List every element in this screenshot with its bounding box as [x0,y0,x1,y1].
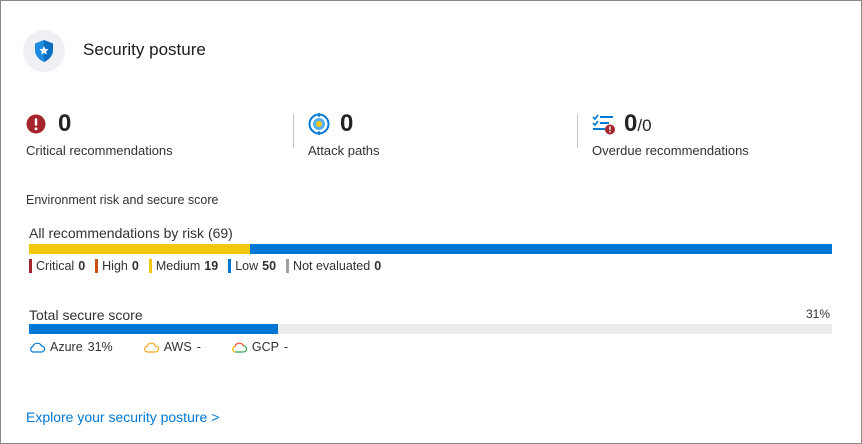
critical-alert-icon [26,114,46,134]
cloud-value: - [196,340,201,354]
page-title: Security posture [83,40,206,59]
security-posture-card: Security posture 0 Critical recommendati… [0,0,862,444]
cloud-azure[interactable]: Azure 31% [29,340,113,354]
overdue-list-icon [592,113,616,135]
gcp-cloud-icon [232,342,247,353]
cloud-name: Azure [50,340,83,354]
legend-count: 50 [262,259,277,273]
medium-swatch [148,259,152,273]
legend-count: 0 [78,259,86,273]
critical-count: 0 [58,110,72,137]
legend-label: Critical [36,259,75,273]
divider [577,114,578,148]
legend-not-evaluated[interactable]: Not evaluated 0 [286,259,381,273]
legend-high[interactable]: High 0 [95,259,139,273]
legend-label: Not evaluated [293,259,371,273]
cloud-aws[interactable]: AWS - [143,340,201,354]
cloud-name: GCP [251,340,279,354]
legend-label: High [102,259,128,273]
legend-medium[interactable]: Medium 19 [148,259,219,273]
legend-label: Medium [155,259,201,273]
environment-risk-heading: Environment risk and secure score [26,193,219,207]
legend-count: 0 [374,259,382,273]
divider [293,114,294,148]
legend-critical[interactable]: Critical 0 [29,259,85,273]
high-swatch [95,259,99,273]
metric-attack-paths[interactable]: 0 Attack paths [308,109,380,158]
overdue-denominator: /0 [637,116,652,135]
risk-distribution-bar[interactable] [29,244,832,254]
legend-count: 19 [204,259,219,273]
aws-cloud-icon [143,342,159,353]
secure-score-percent: 31% [805,307,830,321]
attack-paths-count: 0 [340,110,354,137]
cloud-value: - [283,340,289,354]
risk-bar-label: All recommendations by risk (69) [29,225,233,241]
risk-segment-medium[interactable] [29,244,251,254]
metric-critical-recommendations[interactable]: 0 Critical recommendations [26,109,173,158]
legend-label: Low [235,259,259,273]
not-evaluated-swatch [286,259,290,273]
critical-label: Critical recommendations [26,143,173,158]
cloud-scores: Azure 31% AWS - GCP - [29,340,318,354]
shield-star-icon [23,30,65,72]
cloud-name: AWS [163,340,192,354]
secure-score-fill [29,324,278,334]
legend-count: 0 [131,259,139,273]
overdue-count: 0/0 [624,110,652,137]
attack-paths-label: Attack paths [308,143,380,158]
explore-security-posture-link[interactable]: Explore your security posture > [26,409,219,425]
cloud-gcp[interactable]: GCP - [231,340,288,354]
secure-score-bar[interactable] [29,324,832,334]
risk-legend: Critical 0 High 0 Medium 19 Low 50 Not evalu… [29,259,391,273]
azure-cloud-icon [30,342,45,353]
critical-swatch [29,259,32,273]
attack-path-icon [308,113,330,135]
cloud-value: 31% [87,340,113,354]
risk-segment-low[interactable] [250,244,832,254]
low-swatch [228,259,232,273]
legend-low[interactable]: Low 50 [228,259,276,273]
overdue-label: Overdue recommendations [592,143,749,158]
metric-overdue-recommendations[interactable]: 0/0 Overdue recommendations [592,109,749,158]
secure-score-label: Total secure score [29,307,143,323]
